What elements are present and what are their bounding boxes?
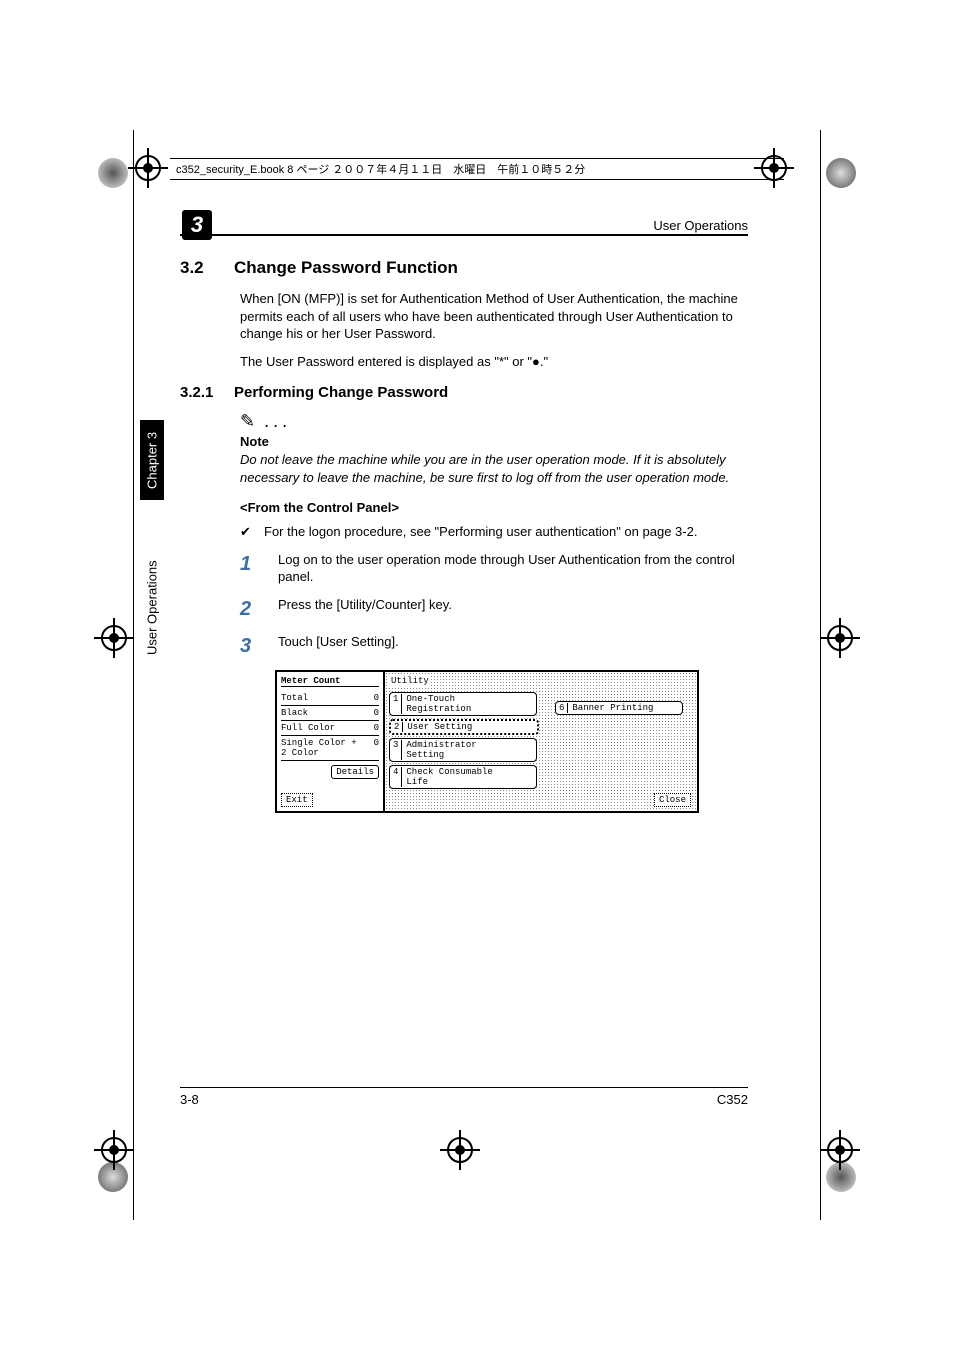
guide-line [133,130,134,1220]
section-heading: 3.2Change Password Function [180,258,748,278]
step-text: Log on to the user operation mode throug… [278,551,748,586]
from-panel-heading: <From the Control Panel> [240,500,748,515]
registration-mark-icon [820,618,860,658]
meter-row: Single Color + 2 Color0 [281,736,379,761]
corner-dot [98,1162,128,1192]
utility-screenshot: Meter Count Total0 Black0 Full Color0 Si… [275,670,699,813]
meter-row: Black0 [281,706,379,721]
page-footer: 3-8 C352 [180,1087,748,1107]
book-header: c352_security_E.book 8 ページ ２００７年４月１１日 水曜… [170,158,784,180]
step-number: 2 [240,596,258,623]
intro-paragraph: When [ON (MFP)] is set for Authenticatio… [240,290,748,343]
note-body: Do not leave the machine while you are i… [240,451,748,486]
details-button[interactable]: Details [331,765,379,779]
menu-item-admin-setting[interactable]: 3Administrator Setting [389,738,537,762]
content-area: 3.2Change Password Function When [ON (MF… [180,258,748,813]
exit-button[interactable]: Exit [281,793,313,807]
registration-mark-icon [440,1130,480,1170]
close-button[interactable]: Close [654,793,691,807]
utility-title: Utility [389,676,431,686]
display-paragraph: The User Password entered is displayed a… [240,353,748,371]
menu-item-user-setting[interactable]: 2User Setting [389,719,539,735]
step-2: 2 Press the [Utility/Counter] key. [240,596,748,623]
meter-row: Full Color0 [281,721,379,736]
chapter-badge: 3 [182,210,212,240]
note-label: Note [240,434,748,449]
book-header-text: c352_security_E.book 8 ページ ２００７年４月１１日 水曜… [176,161,585,177]
section-number: 3.2 [180,258,234,278]
footer-page-number: 3-8 [180,1092,199,1107]
registration-mark-icon [94,618,134,658]
corner-dot [826,1162,856,1192]
step-text: Press the [Utility/Counter] key. [278,596,452,623]
subsection-number: 3.2.1 [180,384,234,401]
meter-title: Meter Count [281,676,379,687]
corner-dot [98,158,128,188]
menu-item-one-touch[interactable]: 1One-Touch Registration [389,692,537,716]
step-1: 1 Log on to the user operation mode thro… [240,551,748,586]
meter-count-panel: Meter Count Total0 Black0 Full Color0 Si… [277,672,385,811]
utility-panel: Utility 1One-Touch Registration 2User Se… [385,672,697,811]
subsection-heading: 3.2.1Performing Change Password [180,384,748,401]
note-icon: ✎ ... [240,411,748,432]
check-item: ✔ For the logon procedure, see "Performi… [240,523,748,541]
menu-item-banner-printing[interactable]: 6Banner Printing [555,701,683,715]
corner-dot [826,158,856,188]
footer-model: C352 [717,1092,748,1107]
registration-mark-icon [128,148,168,188]
menu-item-check-consumable[interactable]: 4Check Consumable Life [389,765,537,789]
step-number: 3 [240,633,258,660]
meter-row: Total0 [281,691,379,706]
subsection-title: Performing Change Password [234,384,448,401]
guide-line [820,130,821,1220]
side-tab-chapter: Chapter 3 [140,420,164,500]
check-item-text: For the logon procedure, see "Performing… [264,523,697,541]
step-3: 3 Touch [User Setting]. [240,633,748,660]
side-tab-section: User Operations [140,548,164,668]
step-number: 1 [240,551,258,586]
step-text: Touch [User Setting]. [278,633,399,660]
checkmark-icon: ✔ [240,523,254,541]
section-title: Change Password Function [234,258,458,277]
running-header: User Operations [180,218,748,233]
header-rule [180,234,748,236]
